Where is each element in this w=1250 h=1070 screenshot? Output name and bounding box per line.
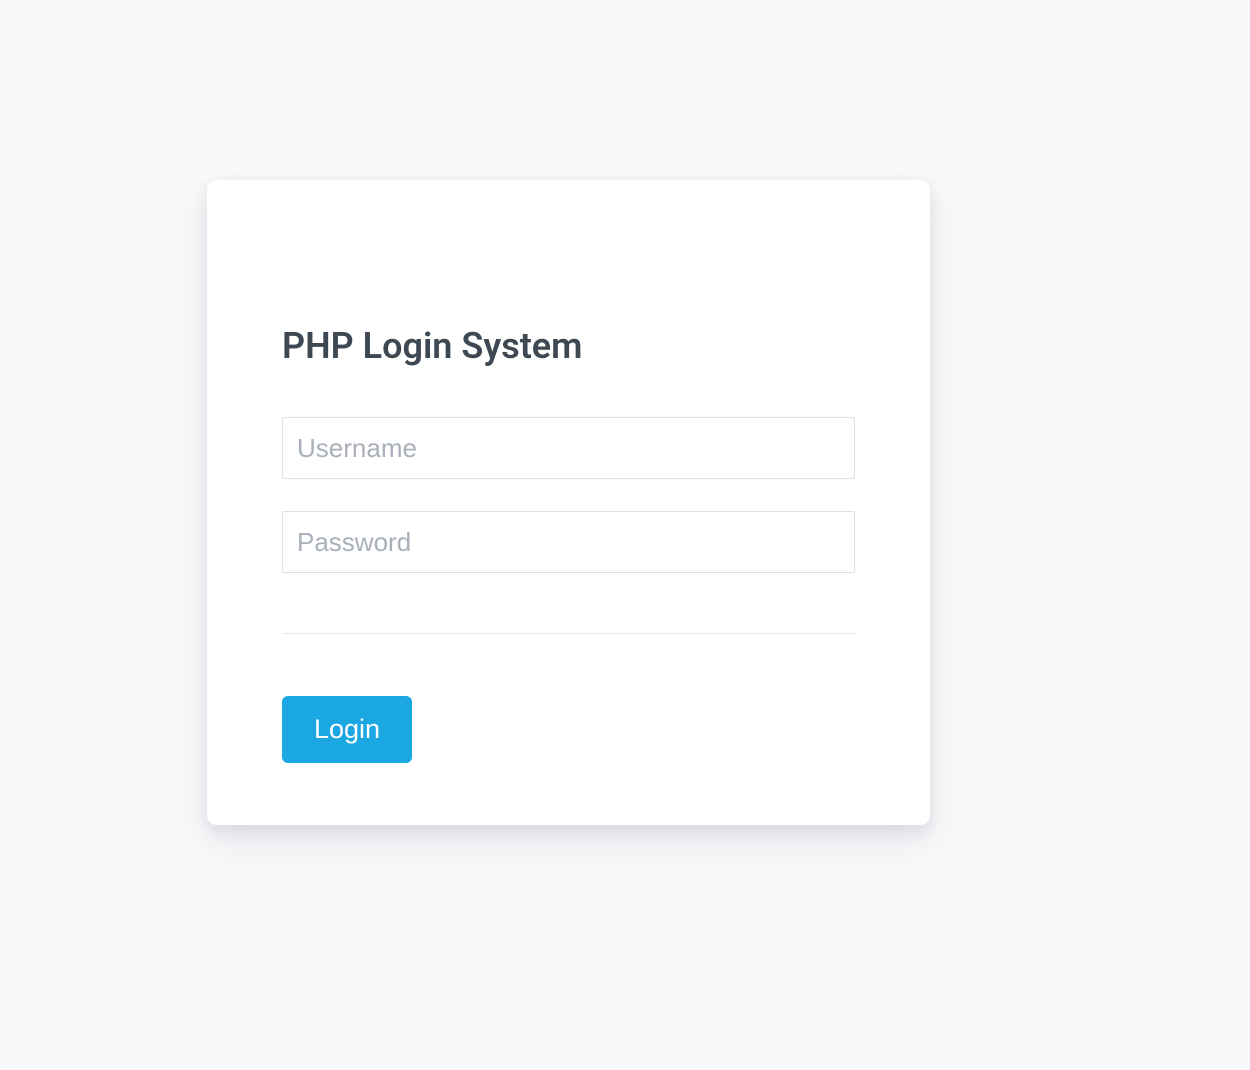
page-title: PHP Login System: [282, 325, 855, 367]
login-button[interactable]: Login: [282, 696, 412, 763]
login-card: PHP Login System Login: [207, 180, 930, 825]
divider: [282, 633, 855, 634]
username-input[interactable]: [282, 417, 855, 479]
password-input[interactable]: [282, 511, 855, 573]
